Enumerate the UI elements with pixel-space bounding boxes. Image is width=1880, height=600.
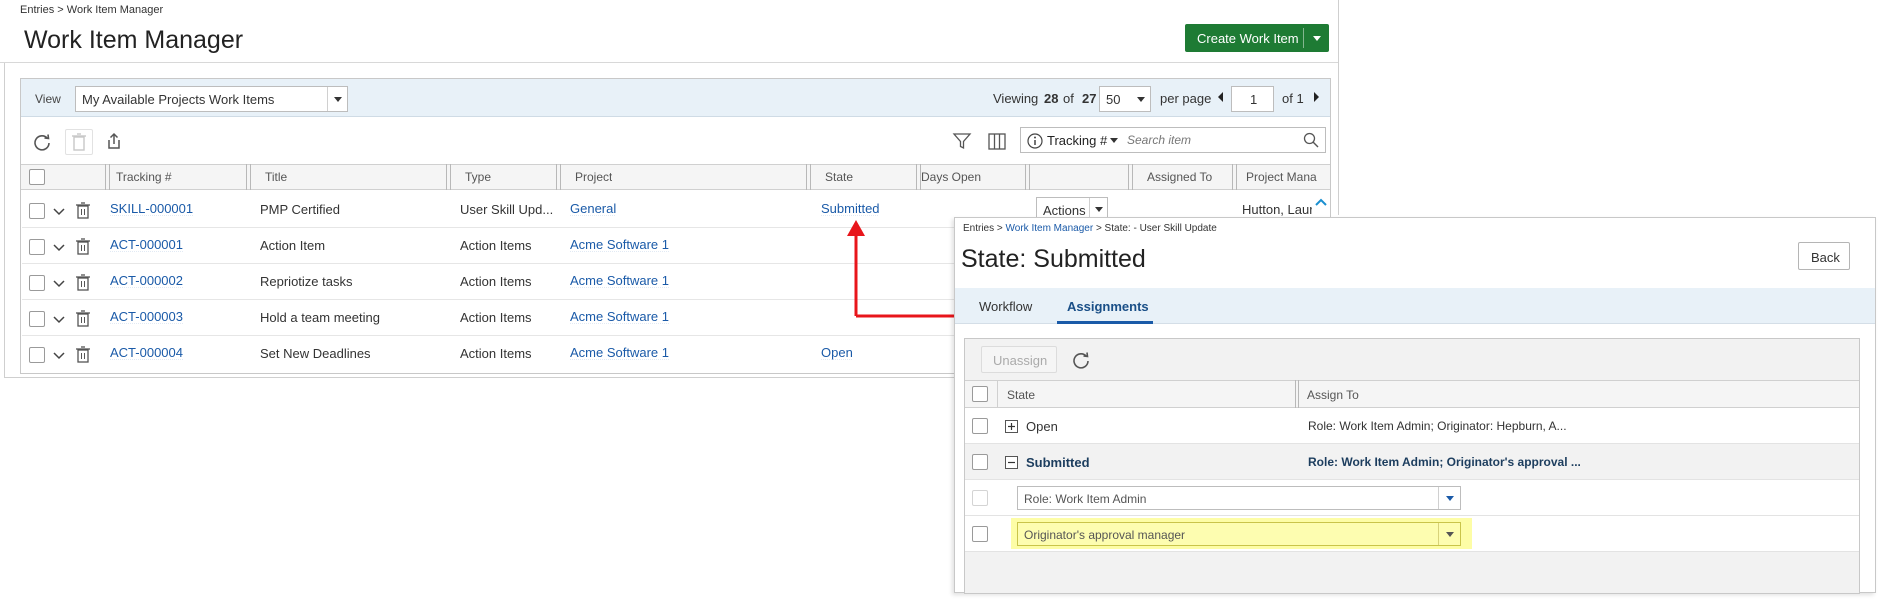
back-button[interactable]: Back xyxy=(1798,242,1850,270)
assign-to-cell: Role: Work Item Admin; Originator: Hepbu… xyxy=(1308,419,1567,433)
unassign-button[interactable]: Unassign xyxy=(981,346,1057,373)
chevron-down-icon[interactable] xyxy=(1446,496,1454,501)
col-separator xyxy=(997,380,998,408)
originator-select[interactable]: Originator's approval manager xyxy=(1017,522,1461,546)
assign-grid-header xyxy=(965,380,1859,408)
column-header-assign-to[interactable]: Assign To xyxy=(1307,388,1359,402)
breadcrumb-end: > State: - User Skill Update xyxy=(1095,223,1217,234)
refresh-icon[interactable] xyxy=(1071,350,1091,375)
row-checkbox[interactable] xyxy=(972,418,988,434)
state-cell: Submitted xyxy=(1026,455,1090,470)
select-divider xyxy=(1438,523,1439,545)
state-cell: Open xyxy=(1026,419,1058,434)
role-select[interactable]: Role: Work Item Admin xyxy=(1017,486,1461,510)
active-tab-indicator xyxy=(1057,321,1153,324)
page-title: State: Submitted xyxy=(961,245,1146,273)
select-divider xyxy=(1438,487,1439,509)
breadcrumb: Entries > Work Item Manager > State: - U… xyxy=(963,223,1217,234)
col-separator xyxy=(1295,380,1299,408)
assign-to-cell: Role: Work Item Admin; Originator's appr… xyxy=(1308,455,1581,469)
chevron-down-icon[interactable] xyxy=(1446,532,1454,537)
originator-select-value: Originator's approval manager xyxy=(1024,528,1186,542)
unassign-label: Unassign xyxy=(993,353,1048,368)
minus-box-icon[interactable] xyxy=(1005,456,1018,474)
row-checkbox[interactable] xyxy=(972,526,988,542)
select-all-checkbox[interactable] xyxy=(972,386,988,402)
tab-workflow[interactable]: Workflow xyxy=(979,299,1032,314)
row-checkbox[interactable] xyxy=(972,454,988,470)
state-detail-window: Entries > Work Item Manager > State: - U… xyxy=(954,217,1876,594)
plus-box-icon[interactable] xyxy=(1005,420,1018,438)
row-checkbox xyxy=(972,490,988,506)
breadcrumb-start: Entries > xyxy=(963,223,1003,234)
role-select-value: Role: Work Item Admin xyxy=(1024,492,1147,506)
tab-assignments[interactable]: Assignments xyxy=(1067,299,1149,314)
back-button-label: Back xyxy=(1811,250,1840,265)
breadcrumb-link[interactable]: Work Item Manager xyxy=(1006,223,1094,234)
column-header-state[interactable]: State xyxy=(1007,388,1035,402)
